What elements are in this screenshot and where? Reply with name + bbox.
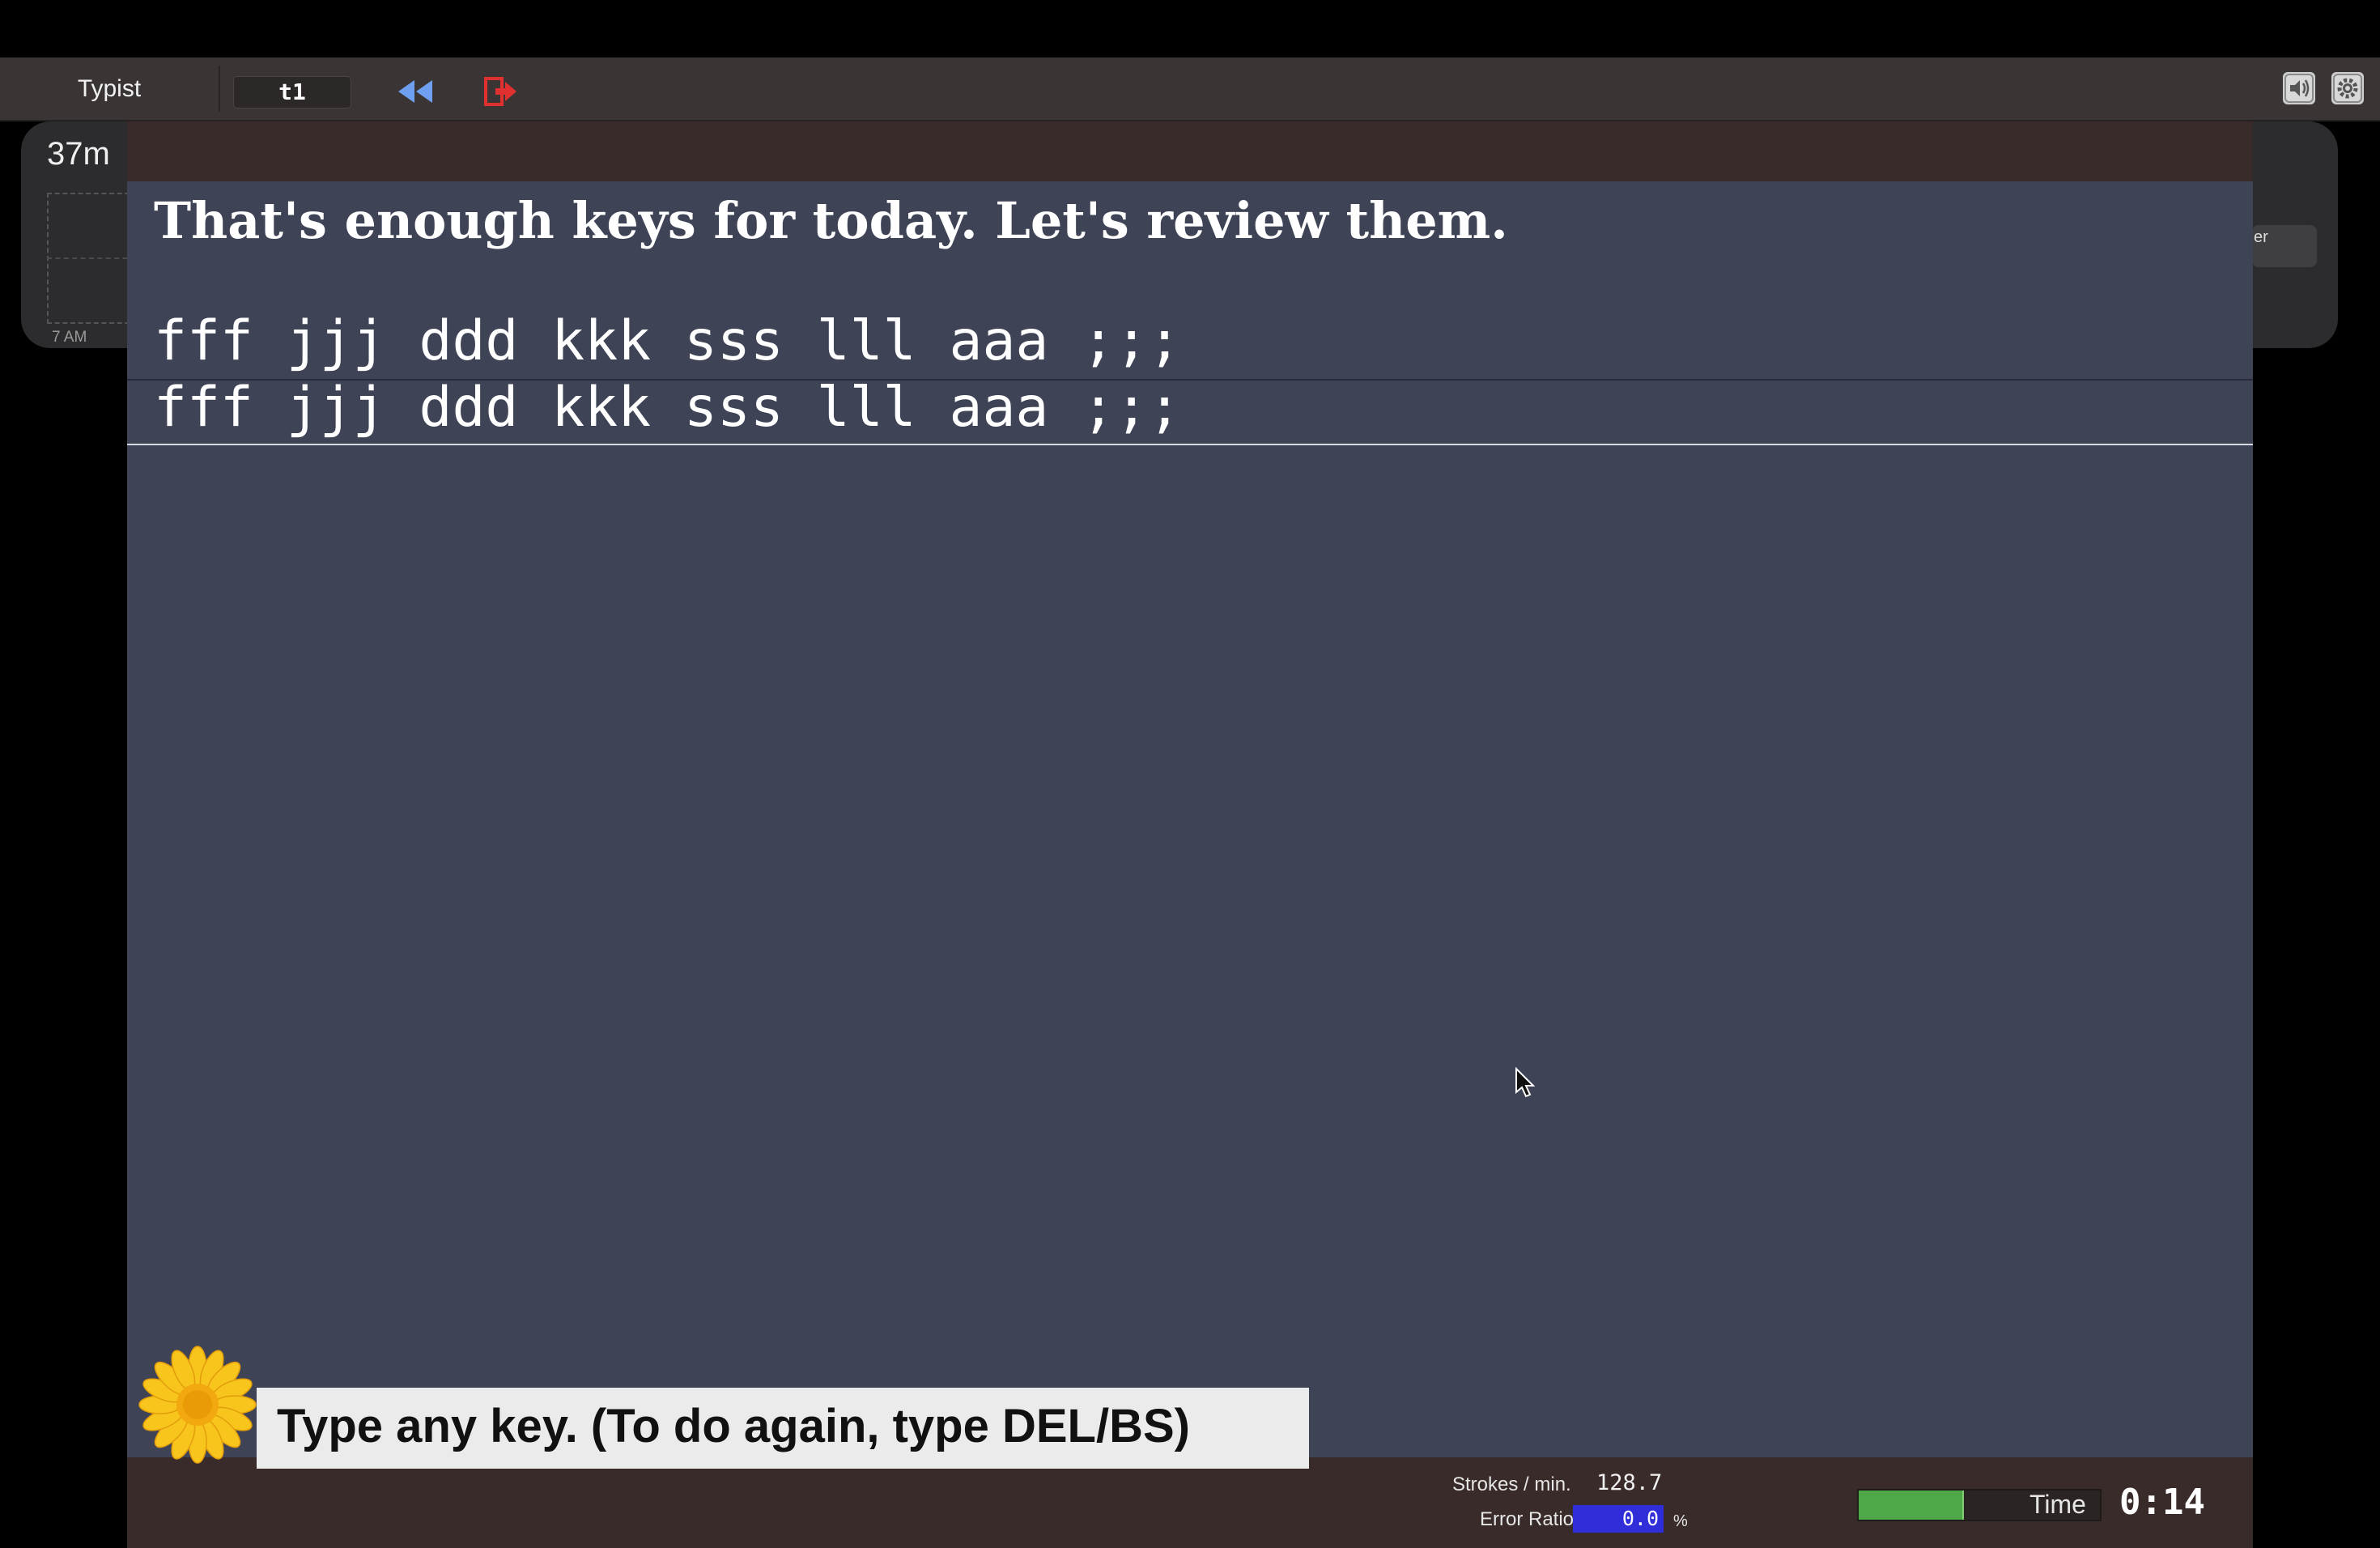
error-ratio-value: 0.0 — [1621, 1507, 1659, 1530]
strokes-per-minute-label: Strokes / min. — [1452, 1474, 1571, 1495]
lesson-selector-button[interactable]: t1 — [233, 76, 351, 108]
typing-underline — [127, 444, 2253, 445]
app-title: Typist — [77, 75, 142, 102]
rewind-icon[interactable] — [395, 75, 436, 108]
sunflower-icon — [137, 1344, 258, 1465]
target-text-line: fff jjj ddd kkk sss lll aaa ;;; — [154, 309, 1182, 373]
gear-icon[interactable] — [2331, 72, 2364, 104]
lesson-window: That's enough keys for today. Let's revi… — [127, 121, 2253, 1548]
toolbar-divider — [219, 66, 220, 112]
prompt-text: Type any key. (To do again, type DEL/BS) — [277, 1400, 1190, 1452]
widget-button[interactable]: er — [2252, 225, 2317, 267]
time-value: 0:14 — [2119, 1482, 2205, 1523]
toolbar: Typist t1 — [0, 57, 2380, 121]
typed-text-line[interactable]: fff jjj ddd kkk sss lll aaa ;;; — [154, 376, 1181, 440]
error-ratio-label: Error Ratio — [1480, 1508, 1575, 1530]
exit-icon[interactable] — [482, 74, 520, 109]
time-label: Time — [2029, 1490, 2086, 1519]
widget-chart-gridline — [47, 257, 136, 259]
lesson-header — [127, 121, 2253, 181]
speaker-icon[interactable] — [2283, 72, 2315, 104]
widget-duration: 37m — [47, 136, 110, 172]
progress-fill — [1859, 1491, 1964, 1520]
mouse-pointer-icon — [1514, 1066, 1538, 1099]
strokes-per-minute-value: 128.7 — [1596, 1470, 1663, 1495]
widget-hour-label: 7 AM — [52, 329, 87, 346]
error-ratio-unit: % — [1673, 1512, 1688, 1530]
lesson-instruction: That's enough keys for today. Let's revi… — [154, 191, 1508, 250]
